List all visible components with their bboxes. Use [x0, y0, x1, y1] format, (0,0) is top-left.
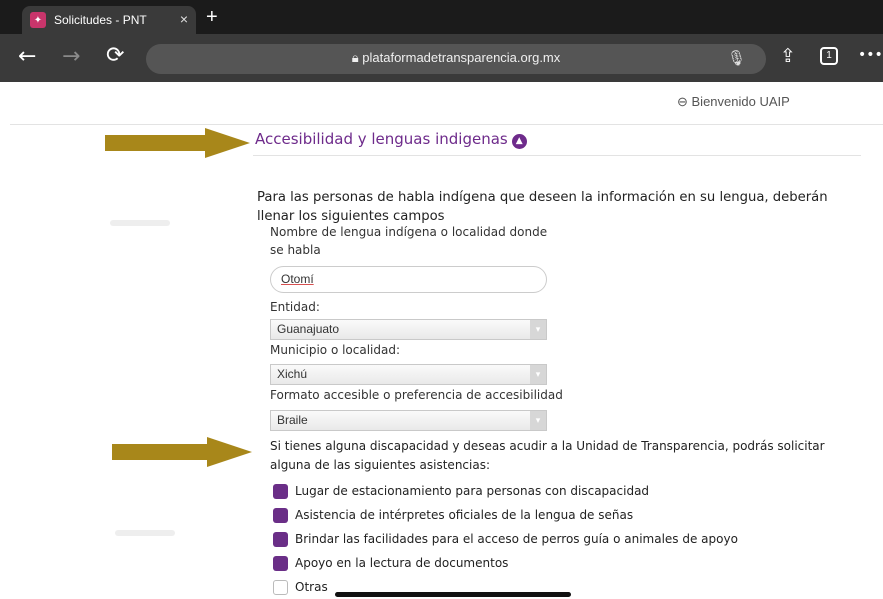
annotation-arrow-icon — [105, 128, 250, 158]
forward-arrow-icon[interactable]: → — [62, 44, 80, 69]
home-indicator — [335, 592, 571, 597]
back-arrow-icon[interactable]: ← — [18, 44, 36, 69]
reload-icon[interactable]: ⟳ — [106, 43, 124, 68]
assistance-option-reading[interactable]: Apoyo en la lectura de documentos — [273, 554, 508, 572]
user-icon: ⊖ — [677, 94, 692, 109]
entity-select[interactable]: Guanajuato ▾ — [270, 319, 547, 340]
tabs-count-icon[interactable]: 1 — [820, 47, 838, 65]
new-tab-icon[interactable]: + — [206, 6, 218, 29]
intro-text: Para las personas de habla indígena que … — [257, 190, 828, 224]
entity-label: Entidad: — [270, 300, 320, 314]
browser-toolbar: ← → ⟳ 🔒︎ plataformadetransparencia.org.m… — [0, 34, 883, 82]
checkbox[interactable] — [273, 507, 288, 523]
language-label: Nombre de lengua indígena o localidad do… — [270, 225, 548, 257]
more-options-icon[interactable]: ••• — [858, 47, 883, 63]
site-favicon-icon: ✦ — [30, 12, 46, 28]
checkbox[interactable] — [273, 531, 288, 547]
page-content: ⊖ Bienvenido UAIP Accesibilidad y lengua… — [0, 82, 883, 599]
url-text: 🔒︎ plataformadetransparencia.org.mx — [351, 50, 561, 65]
municipality-label: Municipio o localidad: — [270, 343, 401, 357]
browser-tab-bar: ✦ Solicitudes - PNT × + — [0, 0, 883, 34]
format-select[interactable]: Braile ▾ — [270, 410, 547, 431]
share-icon[interactable]: ⇪ — [780, 45, 796, 67]
faded-label — [110, 220, 170, 226]
lock-icon: 🔒︎ — [351, 50, 363, 65]
assistance-option-other[interactable]: Otras — [273, 578, 328, 596]
section-divider — [253, 155, 861, 156]
faded-label — [115, 530, 175, 536]
divider — [10, 124, 883, 125]
checkbox[interactable] — [273, 483, 288, 499]
section-title[interactable]: Accesibilidad y lenguas indigenas ▲ — [255, 130, 527, 149]
dropdown-arrow-icon: ▾ — [530, 365, 546, 384]
welcome-text: ⊖ Bienvenido UAIP — [677, 94, 790, 109]
format-label: Formato accesible o preferencia de acces… — [270, 388, 563, 402]
tab-title: Solicitudes - PNT — [54, 13, 147, 27]
microphone-icon[interactable]: 🎙︎ — [727, 49, 746, 67]
assistance-option-guide-dogs[interactable]: Brindar las facilidades para el acceso d… — [273, 530, 738, 548]
language-input[interactable]: Otomí — [270, 266, 547, 293]
checkbox[interactable] — [273, 555, 288, 571]
collapse-chevron-icon[interactable]: ▲ — [511, 134, 527, 149]
address-bar[interactable]: 🔒︎ plataformadetransparencia.org.mx 🎙︎ — [146, 44, 766, 74]
assistance-option-parking[interactable]: Lugar de estacionamiento para personas c… — [273, 482, 649, 500]
municipality-select[interactable]: Xichú ▾ — [270, 364, 547, 385]
assistance-text: Si tienes alguna discapacidad y deseas a… — [270, 439, 825, 472]
close-tab-icon[interactable]: × — [180, 11, 188, 27]
dropdown-arrow-icon: ▾ — [530, 411, 546, 430]
checkbox[interactable] — [273, 579, 288, 595]
dropdown-arrow-icon: ▾ — [530, 320, 546, 339]
assistance-option-sign-language[interactable]: Asistencia de intérpretes oficiales de l… — [273, 506, 633, 524]
browser-tab[interactable]: ✦ Solicitudes - PNT × — [22, 6, 196, 34]
annotation-arrow-icon — [112, 437, 252, 467]
